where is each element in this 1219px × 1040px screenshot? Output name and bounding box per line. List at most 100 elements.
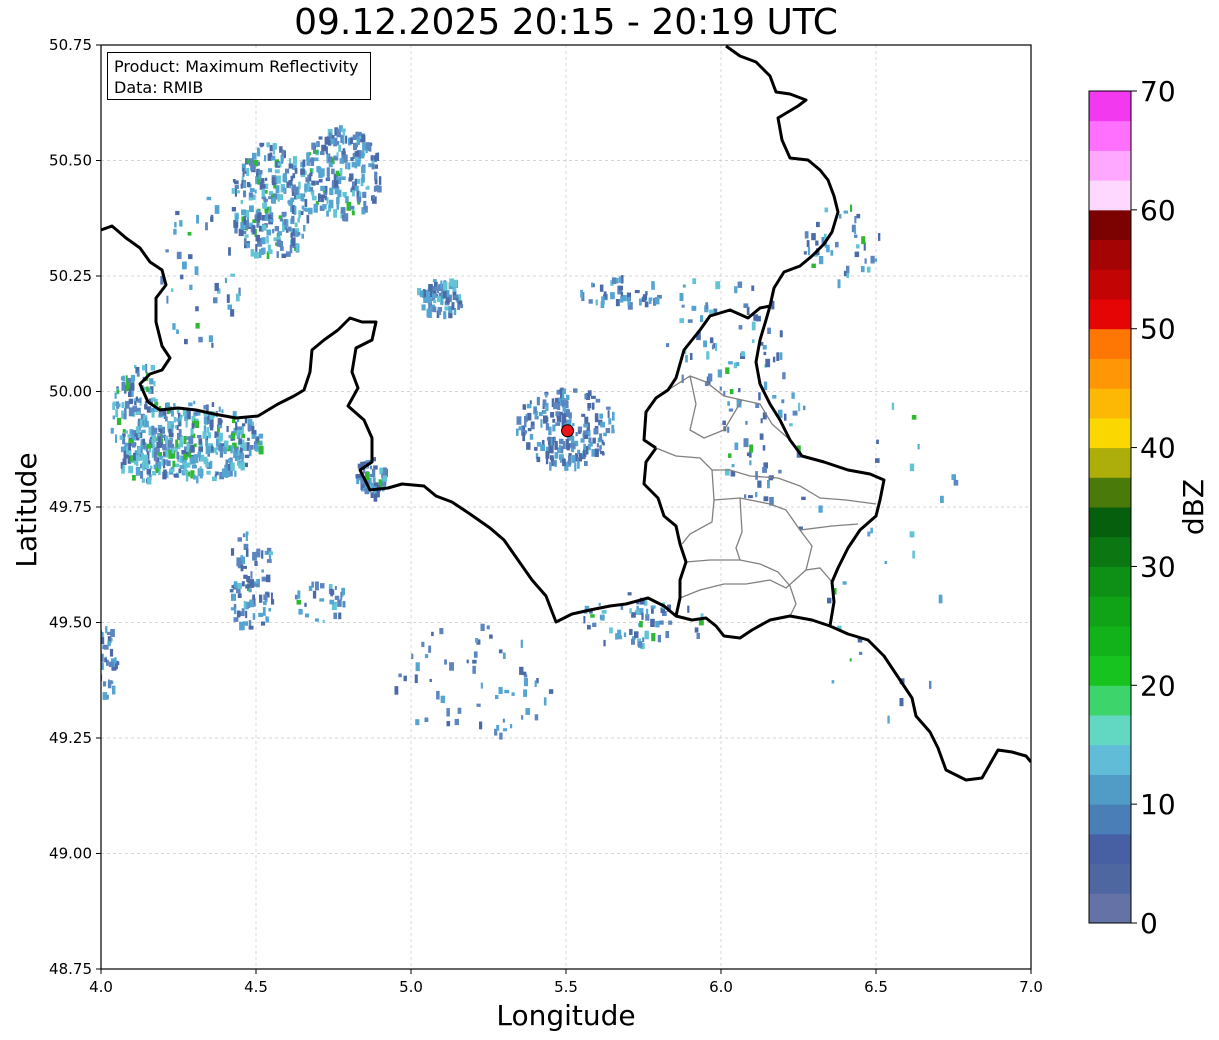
echo-cell bbox=[734, 286, 738, 294]
echo-cell bbox=[336, 204, 339, 210]
colorbar-ticks: 0 10 20 30 40 50 60 70 bbox=[1131, 75, 1176, 940]
echo-cell bbox=[565, 443, 571, 449]
echo-cell bbox=[366, 185, 370, 190]
echo-cell bbox=[370, 155, 374, 161]
echo-cell bbox=[328, 584, 333, 589]
echo-cell bbox=[859, 651, 863, 655]
radar-site-marker[interactable] bbox=[561, 424, 575, 438]
echo-cell bbox=[186, 443, 190, 452]
echo-cell bbox=[778, 469, 782, 474]
echo-cell bbox=[432, 279, 437, 283]
echo-cell bbox=[641, 612, 644, 620]
echo-cell bbox=[331, 168, 335, 175]
echo-cell bbox=[141, 478, 145, 483]
echo-cell bbox=[266, 142, 270, 148]
echo-cell bbox=[641, 296, 646, 302]
echo-cell bbox=[285, 168, 290, 174]
echo-cell bbox=[239, 621, 244, 631]
echo-cell bbox=[749, 460, 752, 466]
echo-cell bbox=[238, 438, 242, 445]
echo-cell bbox=[268, 168, 273, 173]
echo-cell bbox=[244, 234, 249, 238]
echo-cell bbox=[345, 163, 348, 170]
echo-cell bbox=[144, 463, 149, 469]
echo-cell bbox=[349, 137, 353, 144]
echo-cell bbox=[185, 463, 188, 469]
echo-cell bbox=[555, 422, 561, 426]
echo-cell bbox=[577, 461, 580, 469]
echo-cell bbox=[489, 634, 493, 639]
echo-cell bbox=[578, 453, 583, 462]
echo-cell bbox=[148, 448, 151, 453]
echo-cell bbox=[522, 432, 525, 442]
echo-cell bbox=[424, 654, 429, 659]
echo-cell bbox=[824, 207, 829, 213]
colorbar-segment bbox=[1089, 269, 1131, 300]
product-info-box: Product: Maximum Reflectivity Data: RMIB bbox=[107, 52, 371, 100]
echo-cell bbox=[459, 304, 464, 309]
x-tick-label: 5.5 bbox=[554, 978, 578, 996]
echo-cell bbox=[224, 277, 228, 284]
colorbar-segment bbox=[1089, 893, 1131, 924]
echo-cell bbox=[260, 621, 266, 626]
echo-cell bbox=[230, 309, 235, 317]
echo-cell bbox=[876, 439, 879, 444]
echo-cell bbox=[241, 423, 246, 427]
echo-cell bbox=[304, 602, 307, 607]
echo-cell bbox=[415, 662, 420, 672]
echo-cell bbox=[271, 177, 275, 186]
y-axis-ticks: 48.75 49.00 49.25 49.50 49.75 50.00 50.25 50.50… bbox=[49, 36, 101, 978]
echo-cell bbox=[254, 583, 259, 587]
echo-cell bbox=[179, 416, 183, 420]
echo-cell bbox=[112, 415, 115, 420]
echo-cell bbox=[336, 152, 339, 158]
echo-cell bbox=[854, 216, 857, 224]
echo-cell bbox=[601, 296, 605, 305]
echo-cell bbox=[850, 204, 853, 212]
echo-cell bbox=[122, 429, 126, 433]
echo-cell bbox=[230, 462, 235, 471]
echo-cell bbox=[715, 281, 721, 290]
echo-cell bbox=[522, 404, 526, 410]
echo-cell bbox=[171, 447, 175, 454]
echo-cell bbox=[356, 137, 361, 145]
echo-cell bbox=[581, 413, 586, 417]
echo-cell bbox=[134, 401, 137, 406]
echo-cell bbox=[534, 680, 537, 687]
echo-cell bbox=[165, 435, 169, 445]
echo-cell bbox=[540, 419, 543, 428]
echo-cell bbox=[639, 298, 642, 306]
echo-cell bbox=[583, 616, 586, 624]
echo-cell bbox=[598, 602, 601, 606]
echo-cell bbox=[705, 302, 709, 309]
echo-cell bbox=[349, 205, 355, 210]
echo-cell bbox=[548, 445, 553, 454]
echo-cell bbox=[600, 421, 605, 428]
echo-cell bbox=[215, 439, 219, 447]
echo-cell bbox=[297, 217, 300, 223]
echo-cell bbox=[243, 600, 246, 610]
echo-cell bbox=[262, 202, 268, 209]
echo-cell bbox=[818, 505, 823, 513]
echo-cell bbox=[110, 427, 114, 434]
echo-cell bbox=[233, 617, 239, 622]
echo-cell bbox=[655, 297, 660, 305]
echo-cell bbox=[703, 340, 708, 348]
echo-cell bbox=[312, 590, 317, 599]
echo-cell bbox=[572, 423, 575, 427]
echo-cell bbox=[211, 402, 215, 407]
echo-cell bbox=[627, 592, 632, 596]
echo-cell bbox=[698, 620, 704, 626]
echo-cell bbox=[804, 231, 809, 239]
echo-cell bbox=[343, 601, 346, 608]
echo-cell bbox=[682, 284, 686, 288]
echo-cell bbox=[431, 631, 434, 637]
echo-cell bbox=[827, 597, 832, 604]
echo-cell bbox=[110, 638, 113, 642]
echo-cell bbox=[241, 433, 246, 439]
echo-cell bbox=[378, 176, 382, 185]
colorbar-segment bbox=[1089, 536, 1131, 567]
echo-cell bbox=[234, 470, 237, 477]
echo-cell bbox=[525, 708, 531, 715]
echo-cell bbox=[891, 402, 895, 410]
